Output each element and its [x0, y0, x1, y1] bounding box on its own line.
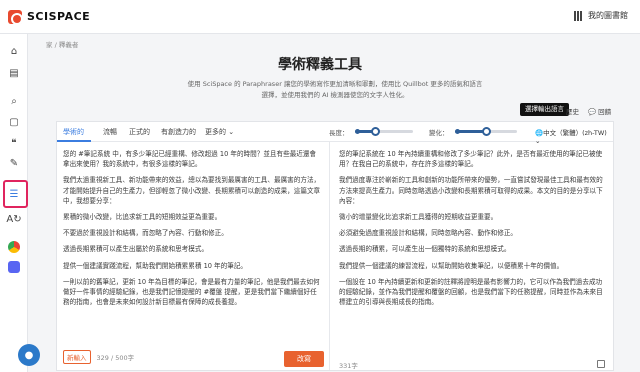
- change-label: 變化：: [429, 129, 449, 137]
- pane-divider: [329, 142, 330, 370]
- input-footer: 新輸入 329 / 500字: [63, 350, 134, 364]
- paraphraser-panel: 學術的 流暢 正式的 有創造力的 更多的 ⌄ 長度： 變化： 🌐中文（繁體）(z…: [56, 121, 614, 371]
- mode-creative-tab[interactable]: 有創造力的: [161, 127, 196, 137]
- ai-detector-icon[interactable]: A↻: [4, 210, 24, 228]
- mode-academic-tab[interactable]: 學術的: [63, 127, 84, 137]
- page-title: 學術釋義工具: [278, 57, 362, 73]
- mode-toolbar: 學術的 流暢 正式的 有創造力的 更多的 ⌄ 長度： 變化： 🌐中文（繁體）(z…: [57, 122, 613, 145]
- output-paragraph: 一個設在 10 年內持續更新和更新的註釋將證明是最有影響力的，它可以作為我們過去…: [339, 277, 603, 307]
- length-slider-tick: [355, 129, 360, 134]
- scispace-logo-icon: [8, 9, 23, 25]
- paraphraser-icon[interactable]: ☰: [4, 185, 24, 203]
- output-paragraph: 透過長期的積累，可以產生出一個獨特的系統和思想模式。: [339, 245, 511, 254]
- input-paragraph: 提供一個建議實踐流程，幫助我們開始積累累積 10 年的筆記。: [63, 261, 248, 270]
- top-bar: SCISPACE 我的圖書館: [0, 0, 640, 34]
- output-word-count: 331字: [339, 362, 358, 370]
- character-count: 329 / 500字: [96, 354, 135, 362]
- input-paragraph: 我們太過重視新工具、新功能帶來的效益，總以為要找到最厲害的工具、最厲害的方法，才…: [63, 176, 321, 205]
- breadcrumb: 家 / 釋義者: [46, 41, 79, 49]
- change-slider-knob[interactable]: [481, 127, 491, 136]
- output-paragraph: 您的筆記系統在 10 年內持續重構和修改了多少筆記？此外，是否有最近使用的筆記已…: [339, 150, 603, 169]
- library-label: 我的圖書館: [588, 11, 628, 20]
- feedback-button[interactable]: 💬 回饋: [588, 106, 611, 116]
- discord-icon[interactable]: [4, 258, 24, 276]
- copy-icon[interactable]: [597, 360, 605, 368]
- my-library-link[interactable]: 我的圖書館: [574, 10, 628, 21]
- output-paragraph: 我們提供一個建議的練習流程，以幫助開始收集筆記，以便積累十年的價值。: [339, 261, 564, 270]
- output-text-area[interactable]: 您的筆記系統在 10 年內持續重構和修改了多少筆記？此外，是否有最近使用的筆記已…: [339, 149, 607, 313]
- library-icon: [574, 10, 584, 21]
- mode-formal-tab[interactable]: 正式的: [129, 127, 150, 137]
- quote-icon[interactable]: ❝: [4, 134, 24, 152]
- input-paragraph: 累積的微小改變，比追求新工具的短期效益更為重要。: [63, 213, 222, 222]
- length-slider-knob[interactable]: [370, 127, 380, 136]
- search-icon[interactable]: ⌕: [4, 92, 24, 110]
- mode-fluent-tab[interactable]: 流暢: [103, 127, 117, 137]
- input-paragraph: 不要過於重視設計和結構，而忽略了內容、行動和修正。: [63, 229, 228, 238]
- output-language-value: 中文（繁體）(zh-TW) ⌄: [535, 129, 607, 145]
- new-input-button[interactable]: 新輸入: [63, 350, 91, 364]
- change-slider[interactable]: [455, 127, 517, 136]
- input-text-area[interactable]: 您的 #筆記系統 中，有多少筆記已經重構、修改超過 10 年的時間？並且有些最近…: [63, 149, 321, 313]
- logo[interactable]: SCISPACE: [8, 9, 91, 25]
- input-paragraph: 一則以前的舊筆記，更新 10 年為目標的筆記，會是最有力量的筆記，他是我們最去如…: [63, 277, 320, 307]
- pen-icon[interactable]: ✎: [4, 154, 24, 172]
- output-language-select[interactable]: 🌐中文（繁體）(zh-TW) ⌄: [535, 127, 613, 145]
- output-paragraph: 必須避免過度重視設計和結構，同時忽略內容、動作和修正。: [339, 229, 518, 238]
- length-slider[interactable]: [355, 127, 413, 136]
- left-sidebar: ⌂ ▤ ⌕ ▢ ❝ ✎ ☰ A↻: [0, 34, 28, 372]
- output-language-tooltip: 選擇輸出語言: [520, 103, 569, 116]
- chrome-extension-icon[interactable]: [4, 238, 24, 256]
- logo-text: SCISPACE: [27, 10, 91, 23]
- page-description: 使用 SciSpace 的 Paraphraser 讓您的學術寫作更加清晰和罪劃…: [187, 80, 483, 99]
- output-paragraph: 我們過度專注於嶄新的工具和創新的功能所帶來的優勢，一直嘗試發現最佳工具和最有效的…: [339, 176, 603, 205]
- length-label: 長度：: [329, 129, 349, 137]
- change-slider-tick: [455, 129, 460, 134]
- active-tab-underline: [57, 140, 91, 142]
- document-icon[interactable]: ▢: [4, 113, 24, 131]
- app: SCISPACE 我的圖書館 ⌂ ▤ ⌕ ▢ ❝ ✎ ☰ A↻ ● 家 / 釋義…: [0, 0, 640, 372]
- history-button[interactable]: 歷史: [566, 106, 579, 116]
- input-paragraph: 您的 #筆記系統 中，有多少筆記已經重構、修改超過 10 年的時間？並且有些最近…: [63, 150, 317, 169]
- user-avatar[interactable]: ●: [18, 344, 40, 366]
- output-paragraph: 微小的增量變化比追求新工具獲得的短期收益更重要。: [339, 213, 498, 222]
- mode-more-dropdown[interactable]: 更多的 ⌄: [205, 127, 234, 137]
- input-paragraph: 透過長期累積可以產生出屬於的系統和思考模式。: [63, 245, 209, 254]
- feedback-label: 回饋: [598, 108, 612, 116]
- rewrite-button[interactable]: 改寫: [284, 351, 324, 367]
